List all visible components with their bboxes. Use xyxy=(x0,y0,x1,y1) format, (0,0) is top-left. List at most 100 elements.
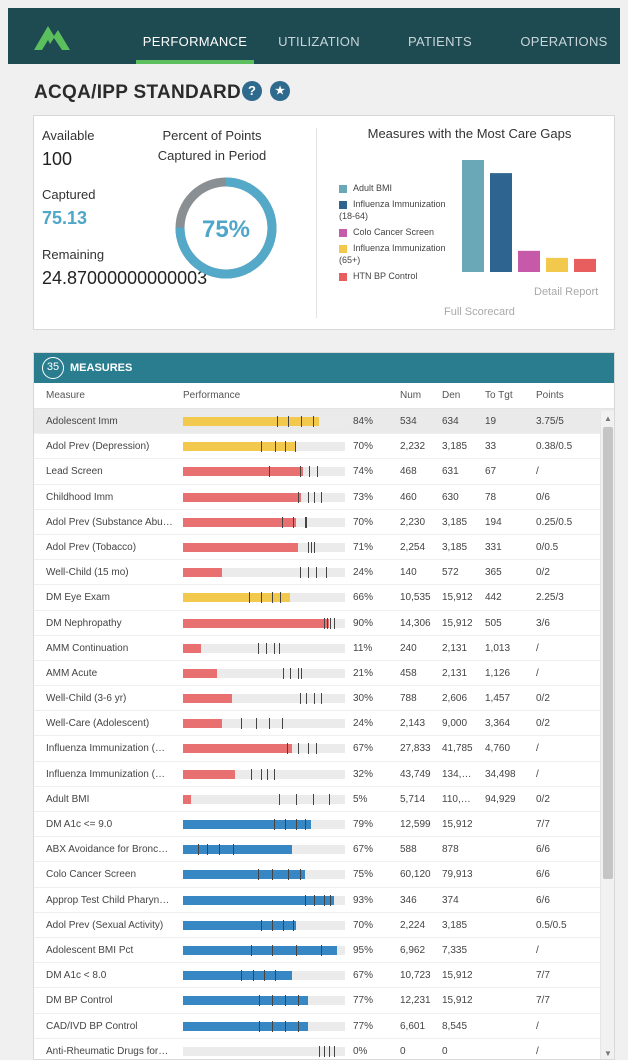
measure-name: Well-Child (3-6 yr) xyxy=(46,693,127,705)
table-row[interactable]: Adolescent BMI Pct 95% 6,962 7,335 / xyxy=(34,938,614,964)
performance-pct: 24% xyxy=(353,567,374,579)
benchmark-tick xyxy=(260,592,262,604)
help-icon[interactable]: ? xyxy=(242,81,262,101)
care-gap-bar[interactable] xyxy=(518,250,540,272)
full-scorecard-link[interactable]: Full Scorecard xyxy=(444,306,515,318)
performance-bar xyxy=(183,541,345,553)
table-row[interactable]: Adolescent Imm 84% 534 634 19 3.75/5 xyxy=(34,409,614,435)
points-value: 3/6 xyxy=(536,617,550,629)
points-value: / xyxy=(536,1045,539,1057)
num-value: 27,833 xyxy=(400,743,431,755)
benchmark-tick xyxy=(333,1045,335,1057)
to-target-value: 34,498 xyxy=(485,768,516,780)
col-points[interactable]: Points xyxy=(536,383,564,409)
scrollbar-thumb[interactable] xyxy=(603,427,613,879)
measure-name: Well-Child (15 mo) xyxy=(46,567,129,579)
benchmark-tick xyxy=(255,718,257,730)
benchmark-tick xyxy=(296,819,298,830)
den-value: 374 xyxy=(442,894,459,906)
benchmark-tick xyxy=(315,743,317,755)
table-row[interactable]: Well-Care (Adolescent) 24% 2,143 9,000 3,364… xyxy=(34,711,614,737)
table-row[interactable]: DM BP Control 77% 12,231 15,912 7/7 xyxy=(34,988,614,1014)
legend-swatch xyxy=(339,272,347,281)
benchmark-tick xyxy=(257,642,259,654)
detail-report-link[interactable]: Detail Report xyxy=(534,286,598,298)
tab-patients[interactable]: PATIENTS xyxy=(400,8,480,64)
benchmark-tick xyxy=(298,743,300,755)
col-to-tgt[interactable]: To Tgt xyxy=(485,383,513,409)
tab-operations[interactable]: OPERATIONS xyxy=(514,8,614,64)
performance-pct: 73% xyxy=(353,491,374,503)
scroll-down-icon[interactable]: ▼ xyxy=(604,1049,612,1058)
table-row[interactable]: Adult BMI 5% 5,714 110,… 94,929 0/2 xyxy=(34,787,614,812)
performance-pct: 24% xyxy=(353,718,374,730)
table-row[interactable]: Well-Child (15 mo) 24% 140 572 365 0/2 xyxy=(34,560,614,586)
care-gap-bar[interactable] xyxy=(546,257,568,272)
table-row[interactable]: ABX Avoidance for Bronc… 67% 588 878 6/6 xyxy=(34,837,614,863)
measure-name: Adolescent Imm xyxy=(46,416,118,427)
benchmark-tick xyxy=(233,844,235,856)
points-value: 0.38/0.5 xyxy=(536,441,573,453)
num-value: 140 xyxy=(400,567,417,579)
table-row[interactable]: Colo Cancer Screen 75% 60,120 79,913 6/6 xyxy=(34,862,614,888)
table-row[interactable]: Adol Prev (Sexual Activity) 70% 2,224 3,185… xyxy=(34,913,614,938)
table-row[interactable]: DM Eye Exam 66% 10,535 15,912 442 2.25/3 xyxy=(34,585,614,611)
legend-swatch xyxy=(339,244,347,253)
benchmark-tick xyxy=(330,894,332,906)
table-row[interactable]: AMM Continuation 11% 240 2,131 1,013 / xyxy=(34,636,614,661)
benchmark-tick xyxy=(304,894,306,906)
performance-fill xyxy=(183,643,201,653)
benchmark-tick xyxy=(260,919,262,931)
table-row[interactable]: Influenza Immunization (… 67% 27,833 41,785… xyxy=(34,736,614,762)
benchmark-tick xyxy=(317,466,319,478)
measure-name: DM BP Control xyxy=(46,995,113,1007)
points-value: 2.25/3 xyxy=(536,592,564,604)
table-row[interactable]: Childhood Imm 73% 460 630 78 0/6 xyxy=(34,485,614,510)
num-value: 10,535 xyxy=(400,592,431,604)
to-target-value: 194 xyxy=(485,516,502,528)
table-row[interactable]: DM A1c < 8.0 67% 10,723 15,912 7/7 xyxy=(34,963,614,989)
care-gap-bar[interactable] xyxy=(462,160,484,272)
benchmark-tick xyxy=(333,617,335,629)
care-gap-bar[interactable] xyxy=(490,173,512,272)
table-row[interactable]: DM Nephropathy 90% 14,306 15,912 505 3/6 xyxy=(34,611,614,636)
benchmark-tick xyxy=(328,793,330,805)
col-den[interactable]: Den xyxy=(442,383,460,409)
tab-performance[interactable]: PERFORMANCE xyxy=(136,8,254,64)
favorite-star-icon[interactable]: ★ xyxy=(270,81,290,101)
benchmark-tick xyxy=(241,970,243,982)
table-row[interactable]: Adol Prev (Depression) 70% 2,232 3,185 33 0.3… xyxy=(34,434,614,460)
benchmark-tick xyxy=(272,944,274,956)
benchmark-tick xyxy=(281,718,283,730)
scroll-up-icon[interactable]: ▲ xyxy=(604,414,612,423)
table-row[interactable]: CAD/IVD BP Control 77% 6,601 8,545 / xyxy=(34,1014,614,1039)
table-row[interactable]: Adol Prev (Tobacco) 71% 2,254 3,185 331 0/0.5 xyxy=(34,535,614,561)
table-row[interactable]: AMM Acute 21% 458 2,131 1,126 / xyxy=(34,661,614,687)
mountain-logo-icon[interactable] xyxy=(32,20,72,52)
tab-utilization[interactable]: UTILIZATION xyxy=(266,8,372,64)
table-row[interactable]: DM A1c <= 9.0 79% 12,599 15,912 7/7 xyxy=(34,812,614,838)
performance-fill xyxy=(183,719,222,729)
to-target-value: 1,126 xyxy=(485,667,511,679)
scrollbar[interactable]: ▲ ▼ xyxy=(600,411,614,1059)
performance-fill xyxy=(183,694,232,704)
benchmark-tick xyxy=(285,995,287,1007)
table-row[interactable]: Lead Screen 74% 468 631 67 / xyxy=(34,459,614,485)
performance-pct: 32% xyxy=(353,768,374,780)
performance-pct: 67% xyxy=(353,970,374,982)
benchmark-tick xyxy=(294,441,296,453)
table-row[interactable]: Approp Test Child Pharyn… 93% 346 374 6/6 xyxy=(34,888,614,913)
care-gap-bar[interactable] xyxy=(574,258,596,272)
table-row[interactable]: Influenza Immunization (… 32% 43,749 134,… 3… xyxy=(34,762,614,787)
legend-item: HTN BP Control xyxy=(339,270,459,282)
col-performance[interactable]: Performance xyxy=(183,383,240,409)
table-row[interactable]: Well-Child (3-6 yr) 30% 788 2,606 1,457 0/2 xyxy=(34,686,614,712)
benchmark-tick xyxy=(320,491,322,503)
col-num[interactable]: Num xyxy=(400,383,421,409)
benchmark-tick xyxy=(259,1020,261,1032)
benchmark-tick xyxy=(306,516,308,528)
table-row[interactable]: Adol Prev (Substance Abu… 70% 2,230 3,185 19… xyxy=(34,510,614,535)
den-value: 7,335 xyxy=(442,944,468,956)
col-measure[interactable]: Measure xyxy=(46,383,85,409)
table-row[interactable]: Anti-Rheumatic Drugs for… 0% 0 0 / xyxy=(34,1039,614,1059)
